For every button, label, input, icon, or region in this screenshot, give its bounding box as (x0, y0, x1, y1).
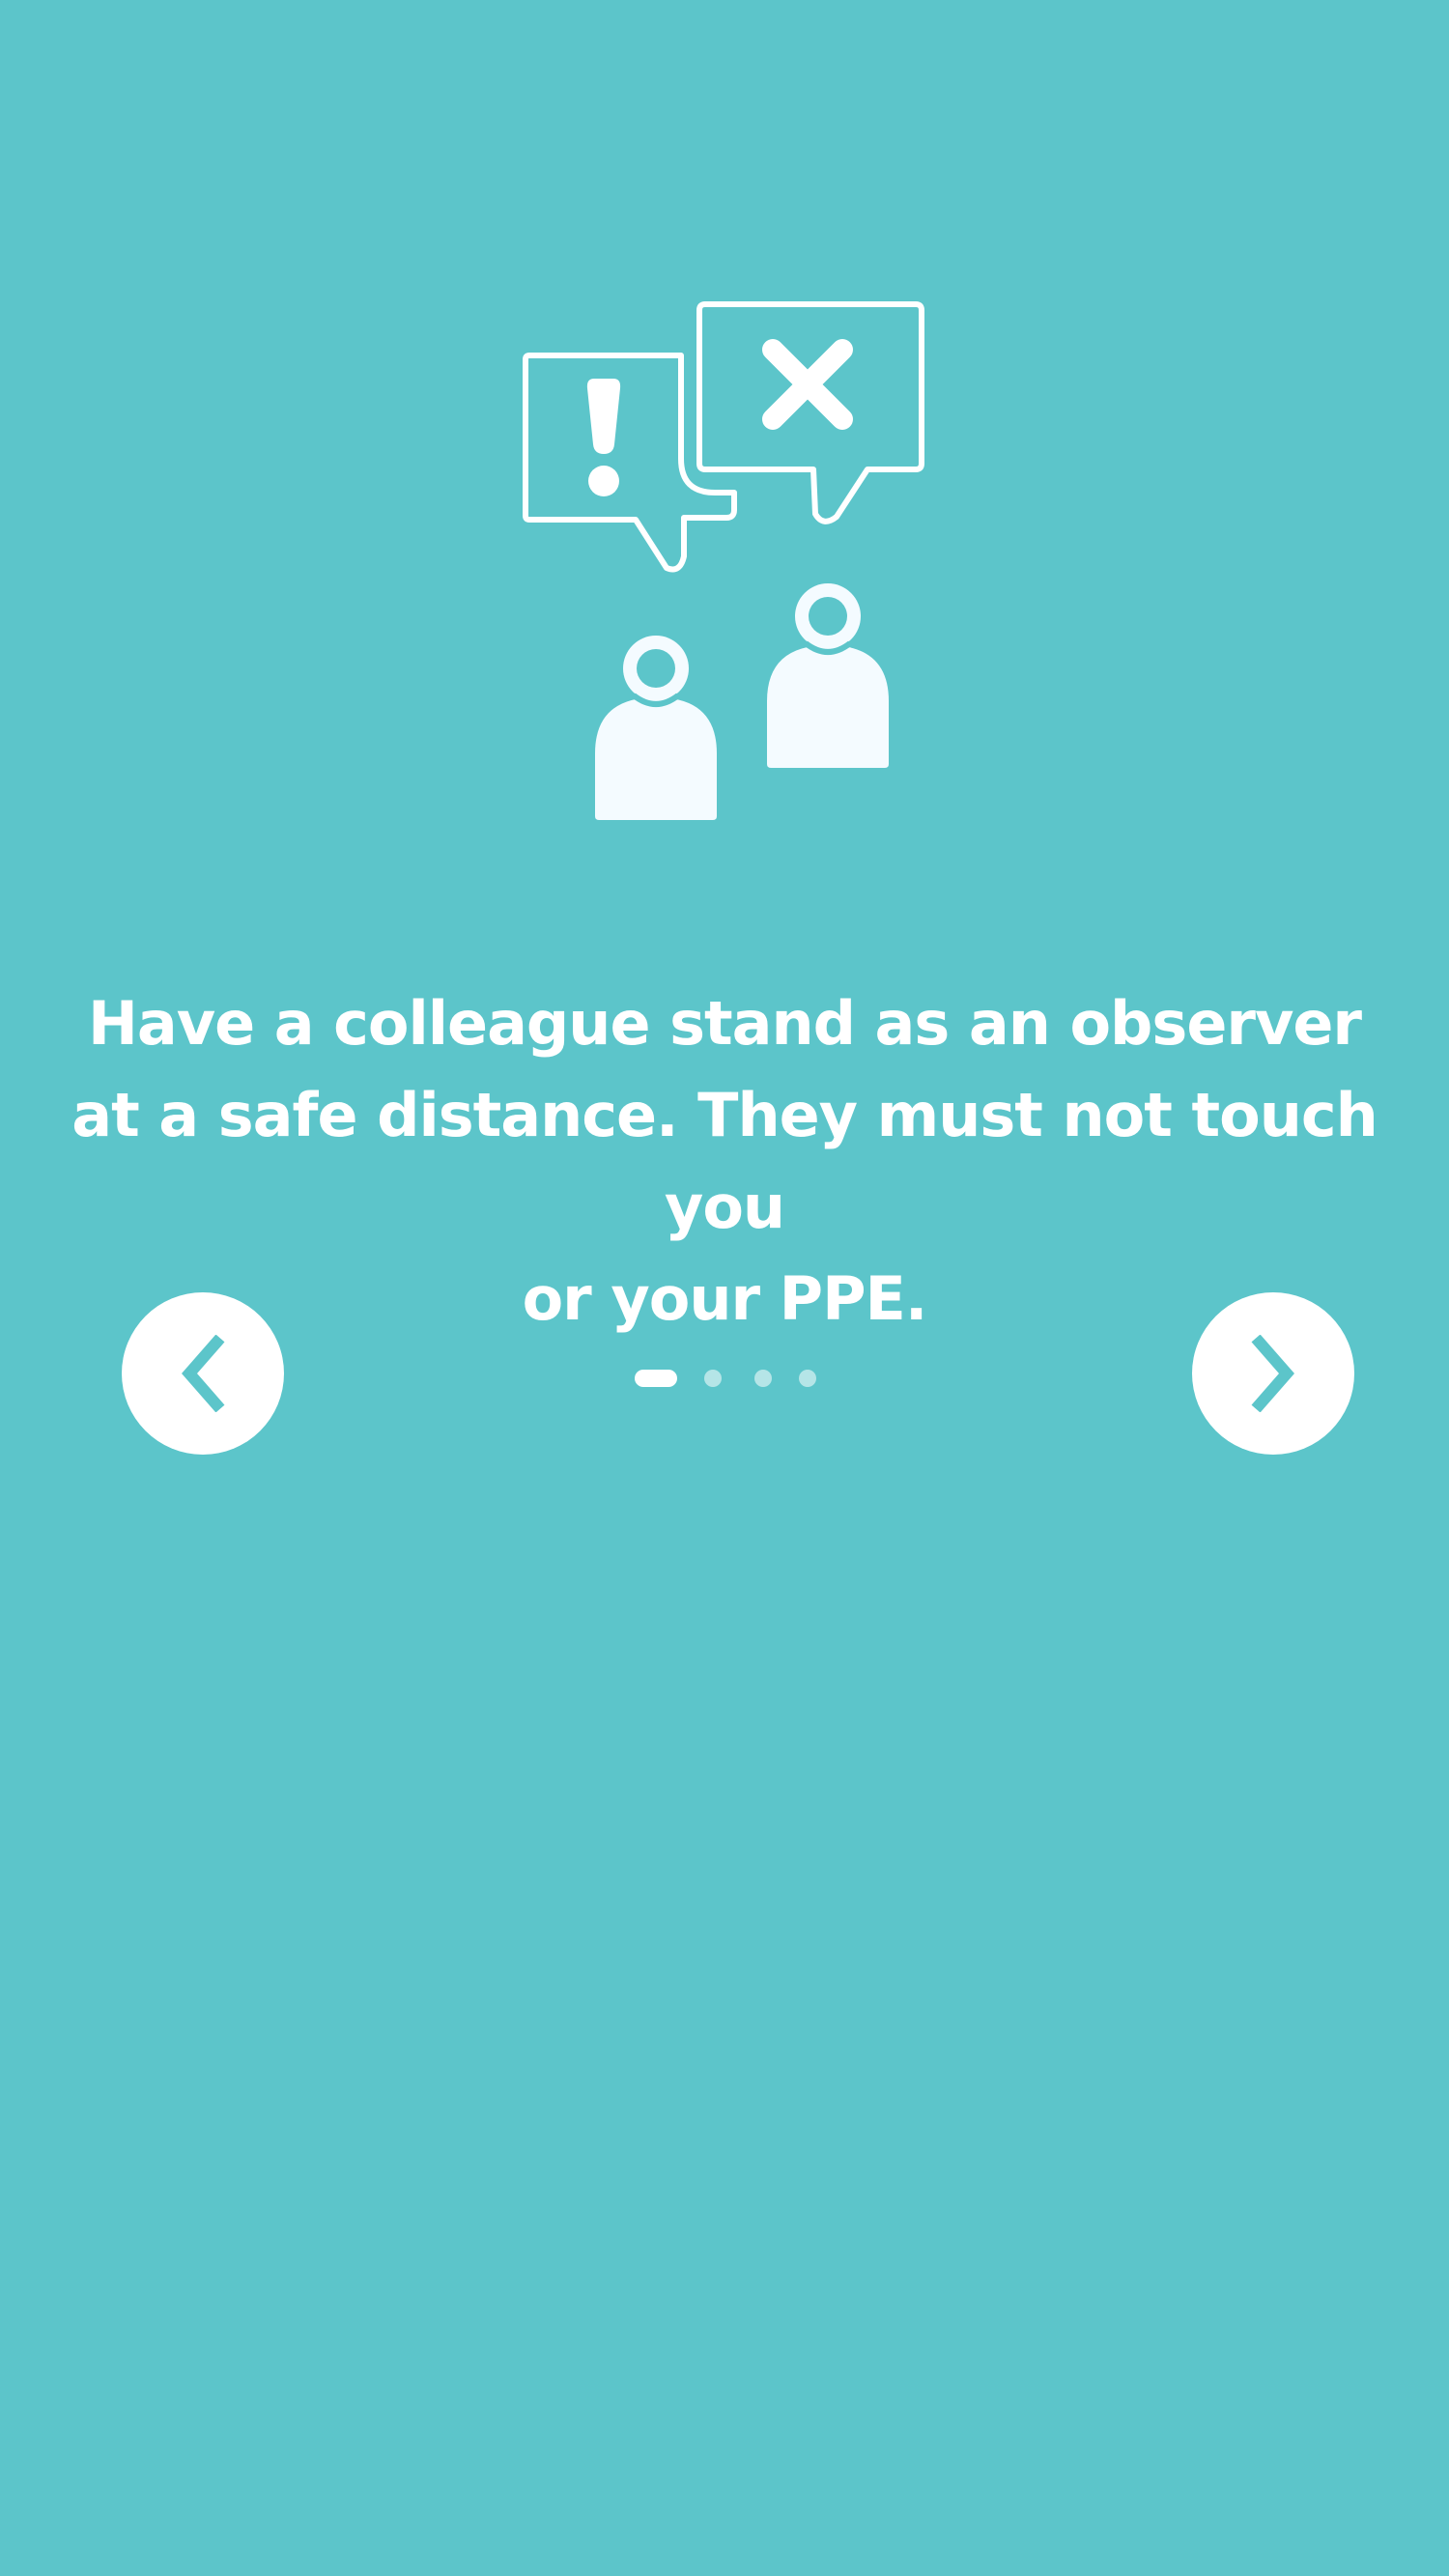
chevron-right-icon (1251, 1335, 1294, 1412)
person-icon (595, 636, 717, 820)
exclamation-bubble-icon (523, 353, 737, 573)
cross-bubble-icon (696, 301, 924, 524)
instruction-text: Have a colleague stand as an observer at… (71, 988, 1378, 1334)
page-dot[interactable] (754, 1370, 772, 1387)
page-dot[interactable] (704, 1370, 722, 1387)
page-dot[interactable] (799, 1370, 816, 1387)
onboarding-screen: Have a colleague stand as an observer at… (0, 0, 1449, 2576)
observer-illustration (512, 290, 937, 831)
page-indicator (633, 1370, 826, 1389)
page-dot-active[interactable] (635, 1370, 677, 1387)
person-icon (767, 583, 889, 768)
observer-speech-bubbles-icon (523, 301, 924, 820)
previous-button[interactable] (122, 1292, 284, 1455)
next-button[interactable] (1192, 1292, 1354, 1455)
chevron-left-icon (182, 1335, 225, 1412)
